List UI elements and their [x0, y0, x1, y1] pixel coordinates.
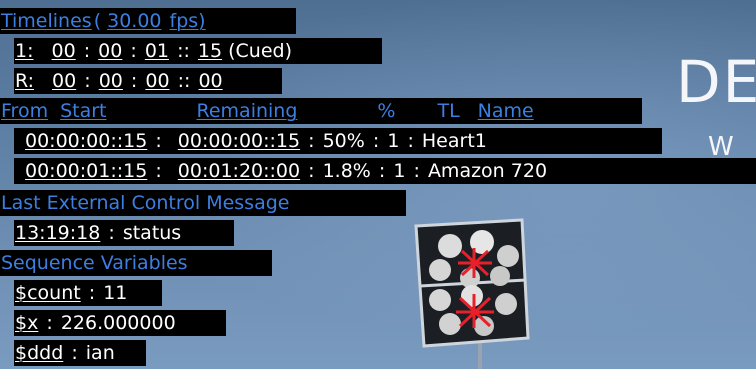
- cue-name: Heart1: [421, 130, 487, 152]
- variable-row: $count : 11: [14, 280, 162, 306]
- separator: :: [302, 130, 321, 152]
- separator: :: [149, 160, 168, 182]
- col-name: Name: [477, 100, 534, 122]
- timecode-frames: 15: [197, 40, 223, 62]
- last-message-time: 13:19:18: [15, 222, 101, 244]
- col-percent: %: [377, 100, 396, 122]
- variable-row: $ddd : ian: [14, 340, 146, 366]
- variable-value: 226.000000: [60, 312, 176, 334]
- cue-timeline: 1: [387, 130, 400, 152]
- cue-start-time: 00:00:01::15: [25, 160, 148, 182]
- separator: ::: [171, 40, 196, 62]
- last-message-header: Last External Control Message: [0, 190, 406, 216]
- variable-name: $ddd: [15, 342, 64, 364]
- col-from: From: [1, 100, 49, 122]
- separator: :: [372, 160, 392, 182]
- background-title-text: DE: [676, 48, 756, 116]
- timecode-seconds: 00: [145, 70, 170, 92]
- cue-table-header: From Start Remaining % TL Name: [0, 98, 642, 124]
- separator: :: [124, 70, 144, 92]
- timecode-seconds: 01: [144, 40, 170, 62]
- separator: :: [102, 222, 121, 244]
- timeline-state: (Cued): [228, 40, 292, 62]
- cue-row: 00:00:01::15 : 00:01:20::00 : 1.8% : 1 :…: [14, 158, 756, 184]
- col-remaining: Remaining: [196, 100, 298, 122]
- cue-timeline: 1: [393, 160, 406, 182]
- timecode-minutes: 00: [98, 70, 123, 92]
- separator: :: [65, 342, 84, 364]
- cue-percent: 50%: [322, 130, 365, 152]
- timeline-row-r: R: 00 : 00 : 00 :: 00: [14, 68, 282, 94]
- fps-unit: fps): [169, 10, 206, 32]
- col-tl: TL: [437, 100, 460, 122]
- separator: ::: [171, 70, 197, 92]
- timeline-index: 1:: [15, 40, 34, 62]
- timeline-index: R:: [15, 70, 35, 92]
- variable-value: ian: [85, 342, 115, 364]
- cue-remaining-time: 00:01:20::00: [177, 160, 301, 182]
- separator: :: [407, 160, 426, 182]
- separator: :: [302, 160, 321, 182]
- separator: :: [77, 40, 97, 62]
- separator: :: [124, 40, 143, 62]
- variable-row: $x : 226.000000: [14, 310, 226, 336]
- separator: :: [366, 130, 386, 152]
- cue-name: Amazon 720: [427, 160, 548, 182]
- last-message-text: status: [122, 222, 182, 244]
- last-message-row: 13:19:18 : status: [14, 220, 234, 246]
- timecode-frames: 00: [198, 70, 223, 92]
- timelines-paren-open: (: [93, 10, 102, 32]
- variable-name: $x: [15, 312, 39, 334]
- sequence-variables-header: Sequence Variables: [0, 250, 272, 276]
- timelines-label: Timelines: [1, 10, 92, 32]
- spinning-sign-graphic: [414, 218, 530, 369]
- timecode-hours: 00: [51, 40, 76, 62]
- last-message-label: Last External Control Message: [1, 192, 290, 214]
- separator: :: [78, 70, 97, 92]
- fps-value: 30.00: [107, 10, 162, 32]
- timeline-row-1: 1: 00 : 00 : 01 :: 15 (Cued): [14, 38, 382, 64]
- cue-percent: 1.8%: [322, 160, 371, 182]
- separator: :: [149, 130, 168, 152]
- variable-value: 11: [103, 282, 128, 304]
- separator: :: [82, 282, 102, 304]
- col-start: Start: [60, 100, 107, 122]
- cue-start-time: 00:00:00::15: [25, 130, 148, 152]
- separator: :: [40, 312, 59, 334]
- cue-remaining-time: 00:00:00::15: [177, 130, 301, 152]
- variable-name: $count: [15, 282, 81, 304]
- cue-row: 00:00:00::15 : 00:00:00::15 : 50% : 1 : …: [14, 128, 662, 154]
- separator: :: [401, 130, 420, 152]
- timecode-hours: 00: [52, 70, 77, 92]
- timecode-minutes: 00: [98, 40, 123, 62]
- timelines-header: Timelines ( 30.00 fps): [0, 8, 296, 34]
- sequence-variables-label: Sequence Variables: [1, 252, 188, 274]
